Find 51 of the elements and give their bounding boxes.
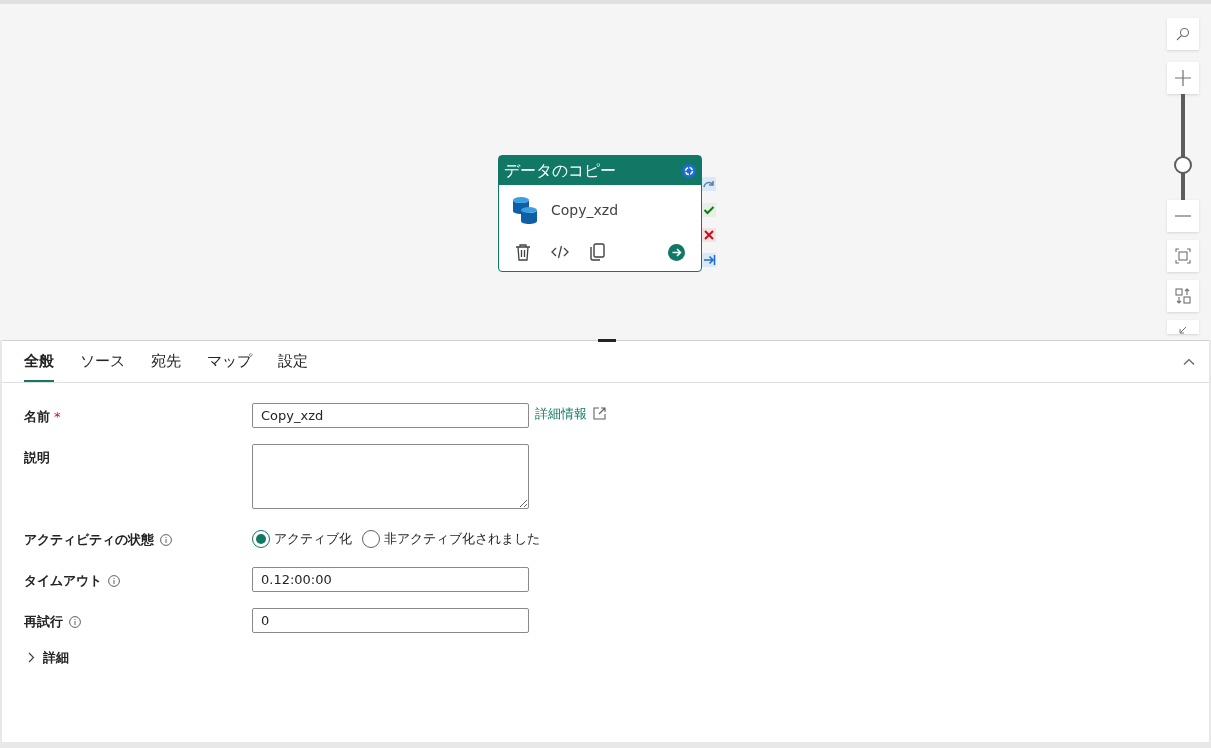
info-icon[interactable]: [108, 574, 120, 587]
activity-name: Copy_xzd: [551, 200, 619, 220]
code-icon[interactable]: [551, 245, 569, 259]
delete-icon[interactable]: [515, 243, 531, 261]
advanced-toggle[interactable]: 詳細: [28, 648, 69, 668]
chevron-up-icon[interactable]: [1183, 358, 1195, 365]
search-button[interactable]: [1167, 18, 1199, 50]
arrow-right-icon[interactable]: [702, 253, 716, 267]
tab[interactable]: 宛先: [151, 341, 181, 382]
tab[interactable]: ソース: [80, 341, 125, 382]
activity-node[interactable]: データのコピー Copy_xzd: [498, 155, 702, 272]
tab[interactable]: 全般: [24, 341, 54, 382]
fit-view-button[interactable]: [1167, 240, 1199, 272]
field-label: 再試行: [24, 613, 63, 631]
name-field[interactable]: Copy_xzd: [252, 403, 529, 428]
database-icon: [511, 195, 539, 225]
layout-button[interactable]: [1167, 280, 1199, 312]
chevron-icon: [28, 652, 35, 664]
field-label: 名前: [24, 408, 50, 426]
swap-layout-icon: [1175, 288, 1191, 304]
info-icon[interactable]: [160, 533, 172, 546]
field-label: タイムアウト: [24, 572, 102, 590]
cross-icon[interactable]: [702, 228, 716, 242]
timeout-field[interactable]: 0.12:00:00: [252, 567, 529, 592]
description-field[interactable]: [252, 444, 529, 509]
radio-option[interactable]: アクティブ化: [252, 529, 352, 549]
status-icon: [682, 163, 696, 178]
field-label: 説明: [24, 449, 50, 467]
plus-icon: [1175, 70, 1191, 86]
activity-type: データのコピー: [504, 159, 616, 182]
required-mark: *: [54, 408, 61, 426]
radio-option[interactable]: 非アクティブ化されました: [362, 529, 540, 549]
arrow-icon: [1179, 326, 1187, 334]
tab[interactable]: 設定: [278, 341, 308, 382]
learn-more-link[interactable]: 詳細情報: [535, 403, 606, 424]
zoom-slider-thumb[interactable]: [1174, 156, 1192, 174]
zoom-in-button[interactable]: [1167, 62, 1199, 94]
fit-frame-icon: [1175, 248, 1191, 264]
field-label: アクティビティの状態: [24, 531, 154, 549]
arrow-circle-icon[interactable]: [668, 243, 685, 261]
resize-handle[interactable]: [598, 339, 616, 342]
skip-icon[interactable]: [702, 177, 716, 191]
retry-field[interactable]: 0: [252, 608, 529, 633]
external-link-icon: [593, 407, 606, 421]
copy-icon[interactable]: [589, 243, 605, 261]
info-icon[interactable]: [69, 615, 81, 628]
check-icon[interactable]: [702, 203, 716, 217]
tab[interactable]: マップ: [207, 341, 252, 382]
search-icon: [1176, 27, 1190, 41]
zoom-out-button[interactable]: [1167, 200, 1199, 232]
minus-icon: [1175, 215, 1191, 217]
